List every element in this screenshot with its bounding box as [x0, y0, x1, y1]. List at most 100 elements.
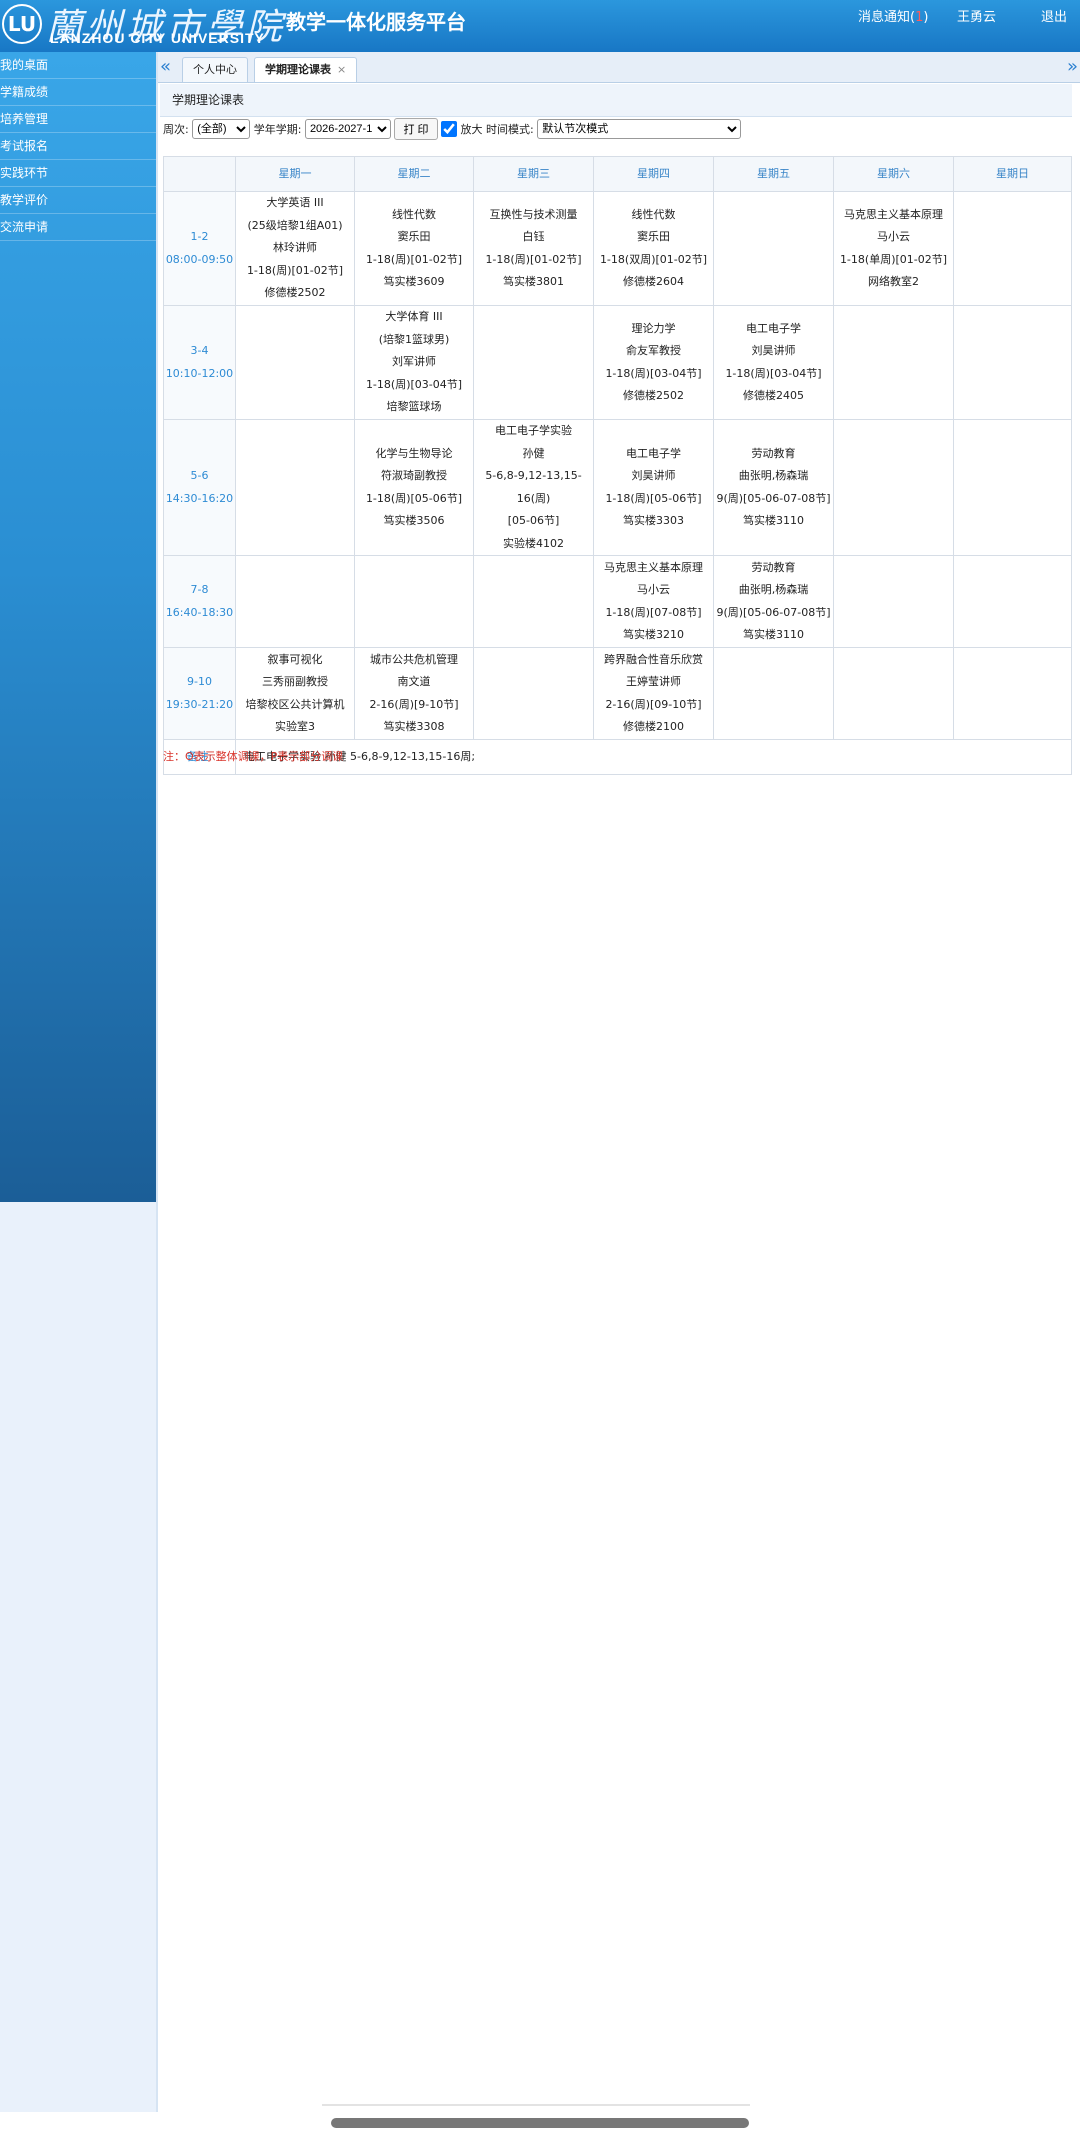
term-label: 学年学期:: [253, 123, 302, 136]
course-line: 笃实楼3801: [503, 275, 564, 288]
course-line: 2-16(周)[9-10节]: [369, 697, 459, 711]
course-line: 刘昊讲师: [751, 344, 796, 357]
course-cell[interactable]: 线性代数 窦乐田 1-18(周)[01-02节] 笃实楼3609: [354, 191, 474, 306]
course-line: 1-18(单周)[01-02节]: [839, 252, 948, 266]
top-header: LU 蘭州城市學院 LANZHOU CITY UNIVERSITY 教学一体化服…: [0, 0, 1080, 52]
empty-cell: [953, 305, 1072, 420]
course-line: 电工电子学: [746, 321, 801, 335]
timetable-body: 1-2 08:00-09:50 大学英语 III (25级培黎1组A01) 林玲讲师 1-…: [163, 191, 1072, 740]
course-cell[interactable]: 电工电子学 刘昊讲师 1-18(周)[05-06节] 笃实楼3303: [593, 419, 714, 556]
empty-cell: [833, 555, 954, 648]
chevron-double-right-icon[interactable]: »: [1067, 56, 1078, 77]
time-mode-label: 时间模式:: [486, 123, 534, 136]
print-button[interactable]: 打 印: [394, 118, 438, 140]
course-line: 笃实楼3506: [383, 514, 445, 527]
logout-link[interactable]: 退出: [1041, 6, 1067, 25]
course-line: 马小云: [877, 230, 910, 243]
tab-personal-center[interactable]: 个人中心: [182, 57, 248, 82]
content-area: 学期理论课表: [160, 84, 1072, 117]
course-cell[interactable]: 电工电子学实验 孙健 5-6,8-9,12-13,15-16(周) [05-06节] 实…: [473, 419, 594, 556]
messages-close-paren: ): [923, 10, 929, 25]
course-line: 1-18(周)[01-02节]: [485, 252, 582, 266]
course-line: 白钰: [522, 230, 545, 243]
remark-text: 电工电子学实验 孙健 5-6,8-9,12-13,15-16周;: [235, 739, 1072, 775]
course-line: 实验楼4102: [503, 536, 564, 550]
course-line: 叙事可视化: [267, 652, 323, 666]
period-time: 19:30-21:20: [165, 697, 234, 711]
period-number: 9-10: [187, 675, 212, 688]
user-name[interactable]: 王勇云: [957, 6, 996, 25]
course-line: 孙健: [522, 446, 545, 460]
course-line: 9(周)[05-06-07-08节]: [716, 491, 831, 505]
period-number: 3-4: [190, 344, 209, 357]
sidebar-item-desktop[interactable]: 我的桌面: [0, 52, 156, 79]
course-line: 曲张明,杨森瑞: [738, 583, 809, 596]
sidebar-item-practice[interactable]: 实践环节: [0, 160, 156, 187]
sidebar: 我的桌面 学籍成绩 培养管理 考试报名 实践环节 教学评价 交流申请: [0, 52, 156, 1202]
course-cell[interactable]: 马克思主义基本原理 马小云 1-18(周)[07-08节] 笃实楼3210: [593, 555, 714, 648]
course-cell[interactable]: 大学英语 III (25级培黎1组A01) 林玲讲师 1-18(周)[01-02节] 修…: [235, 191, 355, 306]
course-line: 1-18(周)[05-06节]: [605, 491, 702, 505]
course-cell[interactable]: 互换性与技术测量 白钰 1-18(周)[01-02节] 笃实楼3801: [473, 191, 594, 306]
course-cell[interactable]: 理论力学 俞友军教授 1-18(周)[03-04节] 修德楼2502: [593, 305, 714, 420]
course-line: 劳动教育: [751, 446, 796, 460]
course-line: 1-18(周)[07-08节]: [605, 605, 702, 619]
course-line: 9(周)[05-06-07-08节]: [716, 605, 831, 619]
course-cell[interactable]: 马克思主义基本原理 马小云 1-18(单周)[01-02节] 网络教室2: [833, 191, 954, 306]
empty-cell: [953, 191, 1072, 306]
course-line: 窦乐田: [637, 230, 670, 243]
course-line: 笃实楼3303: [623, 514, 684, 527]
course-line: 1-18(周)[03-04节]: [365, 377, 463, 391]
course-cell[interactable]: 大学体育 III (培黎1篮球男) 刘军讲师 1-18(周)[03-04节] 培黎篮球场: [354, 305, 474, 420]
sidebar-item-training[interactable]: 培养管理: [0, 106, 156, 133]
course-line: 5-6,8-9,12-13,15-16(周): [485, 469, 582, 505]
messages-link[interactable]: 消息通知(1): [858, 6, 928, 25]
home-indicator[interactable]: [331, 2118, 749, 2128]
empty-cell: [235, 305, 355, 420]
period-cell: 3-4 10:10-12:00: [163, 305, 236, 420]
zoom-checkbox[interactable]: [441, 121, 457, 137]
course-line: 刘军讲师: [392, 355, 436, 369]
course-cell[interactable]: 城市公共危机管理 南文道 2-16(周)[9-10节] 笃实楼3308: [354, 647, 474, 740]
empty-cell: [953, 419, 1072, 556]
sidebar-item-exchange[interactable]: 交流申请: [0, 214, 156, 241]
table-row: 1-2 08:00-09:50 大学英语 III (25级培黎1组A01) 林玲讲师 1-…: [163, 191, 1072, 306]
term-select[interactable]: 2026-2027-1: [304, 119, 391, 139]
empty-cell: [235, 419, 355, 556]
course-line: 线性代数: [392, 207, 436, 221]
course-cell[interactable]: 化学与生物导论 符淑琦副教授 1-18(周)[05-06节] 笃实楼3506: [354, 419, 474, 556]
course-cell[interactable]: 电工电子学 刘昊讲师 1-18(周)[03-04节] 修德楼2405: [713, 305, 834, 420]
period-time: 14:30-16:20: [165, 491, 234, 505]
course-line: 实验室3: [275, 720, 315, 733]
course-line: 培黎校区公共计算机: [245, 697, 345, 711]
course-cell[interactable]: 叙事可视化 三秀丽副教授 培黎校区公共计算机 实验室3: [235, 647, 355, 740]
table-row: 5-6 14:30-16:20 化学与生物导论 符淑琦副教授 1-18(周)[05-06…: [163, 419, 1072, 556]
course-line: 林玲讲师: [273, 241, 317, 255]
period-cell: 9-10 19:30-21:20: [163, 647, 236, 740]
time-mode-select[interactable]: 默认节次模式: [537, 119, 742, 139]
day-header: 星期四: [593, 156, 714, 192]
course-cell[interactable]: 线性代数 窦乐田 1-18(双周)[01-02节] 修德楼2604: [593, 191, 714, 306]
sidebar-item-exam[interactable]: 考试报名: [0, 133, 156, 160]
period-cell: 7-8 16:40-18:30: [163, 555, 236, 648]
sidebar-item-evaluation[interactable]: 教学评价: [0, 187, 156, 214]
course-line: 符淑琦副教授: [381, 469, 447, 482]
university-logo-icon: LU: [2, 4, 42, 44]
tab-term-timetable[interactable]: 学期理论课表 ×: [254, 57, 358, 82]
course-cell[interactable]: 跨界融合性音乐欣赏 王婷莹讲师 2-16(周)[09-10节] 修德楼2100: [593, 647, 714, 740]
course-line: 刘昊讲师: [631, 469, 676, 482]
course-line: 马小云: [637, 583, 670, 596]
course-cell[interactable]: 劳动教育 曲张明,杨森瑞 9(周)[05-06-07-08节] 笃实楼3110: [713, 555, 834, 648]
table-row: 3-4 10:10-12:00 大学体育 III (培黎1篮球男) 刘军讲师 1-18(周…: [163, 305, 1072, 420]
empty-cell: [354, 555, 474, 648]
close-icon[interactable]: ×: [337, 63, 346, 76]
course-line: 俞友军教授: [626, 344, 681, 357]
course-line: 1-18(周)[03-04节]: [725, 366, 822, 380]
course-line: 笃实楼3308: [383, 720, 445, 733]
course-line: 马克思主义基本原理: [604, 560, 703, 574]
sidebar-item-grades[interactable]: 学籍成绩: [0, 79, 156, 106]
week-select[interactable]: (全部): [192, 119, 251, 139]
chevron-double-left-icon[interactable]: «: [160, 56, 171, 77]
course-cell[interactable]: 劳动教育 曲张明,杨森瑞 9(周)[05-06-07-08节] 笃实楼3110: [713, 419, 834, 556]
empty-cell: [833, 305, 954, 420]
